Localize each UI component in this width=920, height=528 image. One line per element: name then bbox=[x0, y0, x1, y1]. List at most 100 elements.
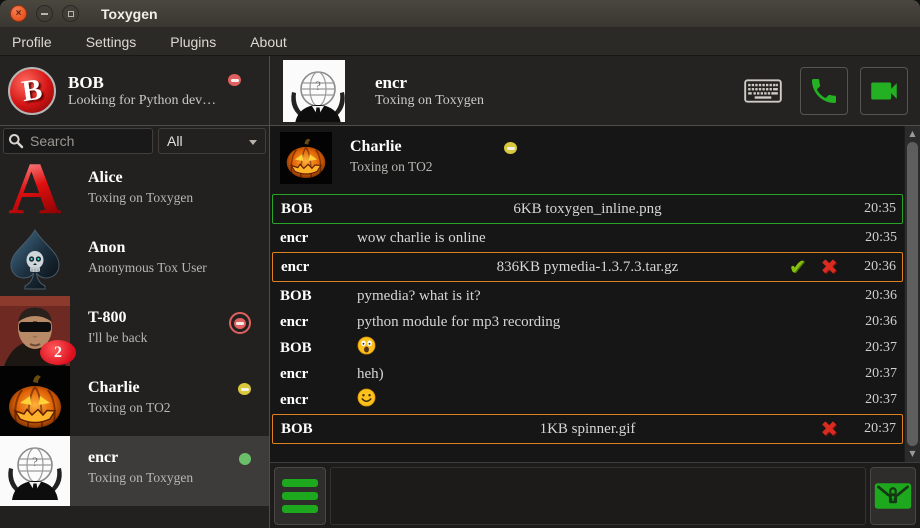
message-time: 20:35 bbox=[852, 201, 896, 217]
file-transfer-row: encr836KB pymedia-1.3.7.3.tar.gz✔✖20:36 bbox=[272, 252, 903, 282]
video-call-button[interactable] bbox=[860, 67, 908, 115]
keyboard-icon[interactable] bbox=[744, 79, 782, 103]
header: B BOB Looking for Python dev… ? encr Tox… bbox=[0, 56, 920, 126]
chat-panel: Charlie Toxing on TO2 BOB6KB toxygen_inl… bbox=[270, 126, 920, 528]
message-text: wow charlie is online bbox=[357, 230, 853, 247]
message-row: encrwow charlie is online20:35 bbox=[272, 225, 903, 251]
window-title: Toxygen bbox=[101, 6, 158, 22]
titlebar[interactable]: × Toxygen bbox=[0, 0, 920, 28]
message-text: pymedia? what is it? bbox=[357, 288, 853, 305]
file-transfer-row: BOB1KB spinner.gif✖20:37 bbox=[272, 414, 903, 444]
message-row: encrpython module for mp3 recording20:36 bbox=[272, 309, 903, 335]
anonymous-avatar: ? bbox=[0, 436, 70, 506]
spade-skull-avatar bbox=[0, 226, 70, 296]
scrollbar-thumb[interactable] bbox=[907, 142, 918, 446]
contact-name: Anon bbox=[88, 239, 207, 257]
contact-avatar: A bbox=[0, 156, 70, 226]
message-sender: encr bbox=[280, 392, 357, 409]
self-name: BOB bbox=[68, 73, 216, 93]
message-sender: BOB bbox=[281, 201, 358, 218]
message-time: 20:35 bbox=[853, 230, 897, 246]
contact-row-charlie[interactable]: Charlie Toxing on TO2 bbox=[0, 366, 269, 436]
contact-name: Alice bbox=[88, 169, 193, 187]
letter-a-avatar: A bbox=[0, 156, 70, 226]
contact-status-message: Toxing on Toxygen bbox=[88, 470, 193, 486]
active-chat-avatar: ? bbox=[283, 60, 345, 122]
videocall-icon bbox=[867, 74, 901, 108]
menu-icon bbox=[282, 479, 318, 487]
away-status-icon bbox=[504, 142, 517, 154]
message-row: BOB 20:37 bbox=[272, 335, 903, 361]
peer-banner-avatar bbox=[280, 132, 332, 184]
accept-file-button[interactable]: ✔ bbox=[789, 257, 807, 278]
message-time: 20:37 bbox=[853, 366, 897, 382]
message-time: 20:36 bbox=[852, 259, 896, 275]
audio-call-button[interactable] bbox=[800, 67, 848, 115]
pumpkin-avatar bbox=[0, 366, 70, 436]
menubar: Profile Settings Plugins About bbox=[0, 28, 920, 56]
file-transfer-label: 6KB toxygen_inline.png bbox=[273, 201, 902, 218]
message-time: 20:37 bbox=[852, 421, 896, 437]
contact-name: T-800 bbox=[88, 309, 147, 327]
message-sender: BOB bbox=[280, 288, 357, 305]
contact-row-encr[interactable]: ? encr Toxing on Toxygen bbox=[0, 436, 269, 506]
contact-row-anon[interactable]: Anon Anonymous Tox User bbox=[0, 226, 269, 296]
contact-avatar: ? bbox=[0, 436, 70, 506]
contact-name: Charlie bbox=[88, 379, 171, 397]
contact-avatar bbox=[0, 226, 70, 296]
message-list: BOB6KB toxygen_inline.png20:35encrwow ch… bbox=[272, 194, 903, 444]
active-chat-header: ? encr Toxing on Toxygen bbox=[270, 56, 920, 125]
message-sender: BOB bbox=[280, 340, 357, 357]
window-controls: × bbox=[10, 5, 79, 22]
active-chat-status-message: Toxing on Toxygen bbox=[375, 93, 484, 109]
message-time: 20:37 bbox=[853, 340, 897, 356]
message-time: 20:36 bbox=[853, 314, 897, 330]
minimize-button[interactable] bbox=[36, 5, 53, 22]
message-row: encr 20:37 bbox=[272, 387, 903, 413]
message-row: BOBpymedia? what is it?20:36 bbox=[272, 283, 903, 309]
contact-name: encr bbox=[88, 449, 193, 467]
peer-banner-status-message: Toxing on TO2 bbox=[350, 159, 433, 175]
menu-item-settings[interactable]: Settings bbox=[86, 34, 137, 50]
message-text: heh) bbox=[357, 366, 853, 383]
self-status-message: Looking for Python dev… bbox=[68, 93, 216, 109]
busy-status-icon[interactable] bbox=[228, 74, 241, 86]
contact-avatar bbox=[0, 366, 70, 436]
message-input[interactable] bbox=[330, 467, 866, 525]
menu-item-profile[interactable]: Profile bbox=[12, 34, 52, 50]
search-input[interactable] bbox=[3, 128, 153, 154]
contact-list: A Alice Toxing on Toxygen Anon Anonymous To… bbox=[0, 156, 269, 528]
close-button[interactable]: × bbox=[10, 5, 27, 22]
self-profile[interactable]: B BOB Looking for Python dev… bbox=[0, 56, 270, 125]
cancel-file-button[interactable]: ✖ bbox=[820, 257, 838, 278]
contact-status-message: Anonymous Tox User bbox=[88, 260, 207, 276]
send-encrypted-button[interactable] bbox=[870, 467, 916, 525]
contact-row-t-800[interactable]: T-800I'll be back2 bbox=[0, 296, 269, 366]
message-sender: encr bbox=[280, 314, 357, 331]
chat-scrollbar[interactable]: ▲ ▼ bbox=[904, 126, 920, 462]
peer-banner[interactable]: Charlie Toxing on TO2 bbox=[272, 130, 903, 188]
shocked-emoji bbox=[357, 336, 376, 355]
menu-item-about[interactable]: About bbox=[250, 34, 287, 50]
maximize-button[interactable] bbox=[62, 5, 79, 22]
pumpkin-avatar bbox=[280, 132, 332, 184]
message-emoji bbox=[357, 336, 853, 360]
call-icon bbox=[808, 75, 840, 107]
menu-item-plugins[interactable]: Plugins bbox=[170, 34, 216, 50]
contacts-sidebar: All A Alice Toxing on Toxygen Anon Anonymou… bbox=[0, 126, 270, 528]
contact-status-message: Toxing on TO2 bbox=[88, 400, 171, 416]
scroll-down-icon[interactable]: ▼ bbox=[905, 447, 920, 461]
busy-unread-status-icon bbox=[229, 312, 251, 334]
message-time: 20:37 bbox=[853, 392, 897, 408]
contact-filter-dropdown[interactable]: All bbox=[158, 128, 266, 154]
file-transfer-label: 1KB spinner.gif bbox=[273, 421, 902, 438]
scroll-up-icon[interactable]: ▲ bbox=[905, 127, 920, 141]
unread-badge: 2 bbox=[40, 340, 76, 365]
cancel-file-button[interactable]: ✖ bbox=[820, 419, 838, 440]
contact-row-alice[interactable]: AAliceToxing on Toxygen bbox=[0, 156, 269, 226]
smile-emoji bbox=[357, 388, 376, 407]
attachments-menu-button[interactable] bbox=[274, 467, 326, 525]
away-status-icon bbox=[238, 383, 251, 395]
message-sender: encr bbox=[281, 259, 358, 276]
anonymous-avatar: ? bbox=[283, 60, 345, 122]
